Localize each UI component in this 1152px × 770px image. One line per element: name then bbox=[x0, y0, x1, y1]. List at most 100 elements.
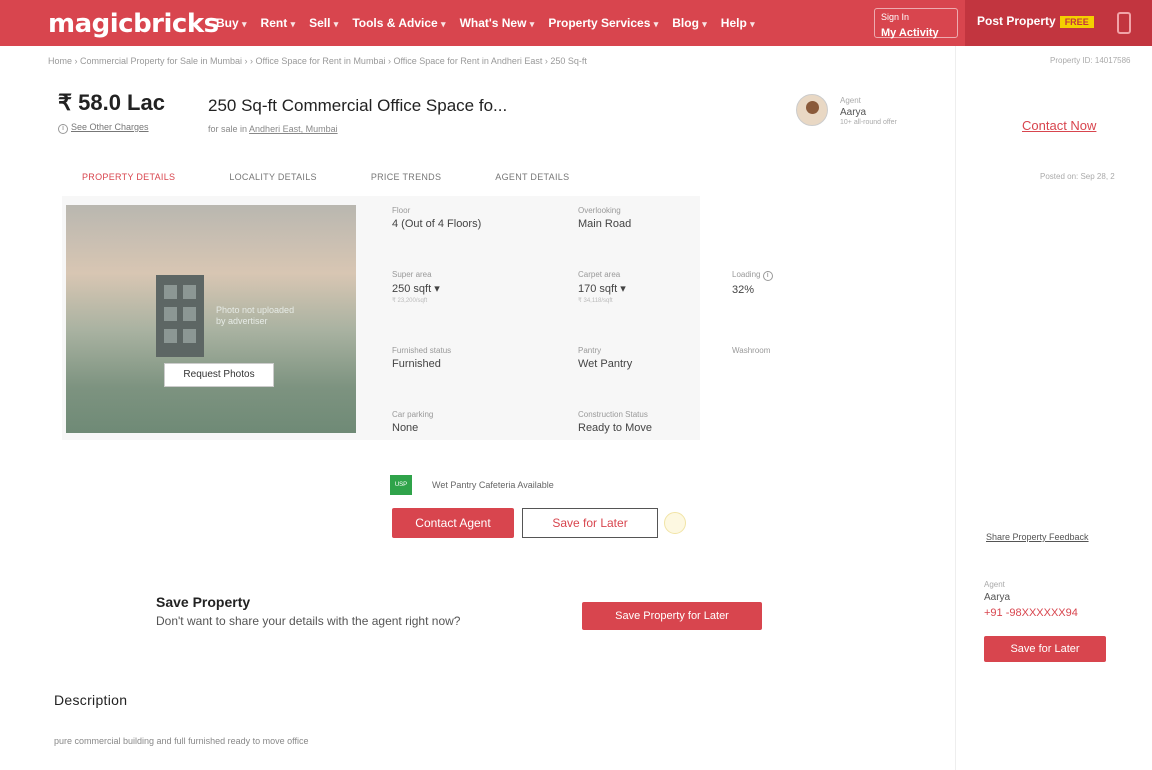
detail-tabs: PROPERTY DETAILS LOCALITY DETAILS PRICE … bbox=[82, 172, 623, 182]
description-text: pure commercial building and full furnis… bbox=[54, 736, 309, 746]
request-photos-button[interactable]: Request Photos bbox=[164, 363, 274, 387]
nav-property-services[interactable]: Property Services ▾ bbox=[548, 16, 658, 30]
attr-label: Carpet area bbox=[578, 270, 621, 279]
location-prefix: for sale in bbox=[208, 124, 248, 134]
attr-value: 32% bbox=[732, 284, 755, 296]
post-property-button[interactable]: Post Property FREE bbox=[977, 14, 1094, 28]
nav-blog[interactable]: Blog ▾ bbox=[672, 16, 707, 30]
see-other-charges-link[interactable]: i See Other Charges bbox=[58, 122, 149, 134]
sidebar-divider bbox=[955, 46, 956, 770]
attr-overlooking: Overlooking Main Road bbox=[578, 206, 631, 230]
save-property-desc: Don't want to share your details with th… bbox=[156, 614, 461, 628]
nav-buy[interactable]: Buy ▾ bbox=[216, 16, 247, 30]
super-area-unit-dropdown[interactable]: 250 sqft ▾ bbox=[392, 282, 440, 295]
agent-avatar bbox=[796, 94, 828, 126]
chevron-down-icon: ▾ bbox=[702, 19, 707, 29]
attr-sub: ₹ 23,200/sqft bbox=[392, 298, 428, 304]
property-location: for sale in Andheri East, Mumbai bbox=[208, 124, 338, 134]
my-activity-label: My Activity bbox=[881, 27, 939, 39]
description-title: Description bbox=[54, 692, 128, 708]
tab-property-details[interactable]: PROPERTY DETAILS bbox=[82, 172, 175, 182]
property-title: 250 Sq-ft Commercial Office Space fo... bbox=[208, 96, 508, 115]
attr-value: 4 (Out of 4 Floors) bbox=[392, 218, 482, 230]
save-for-later-button[interactable]: Save for Later bbox=[522, 508, 658, 538]
attr-value: Ready to Move bbox=[578, 422, 652, 434]
save-property-title: Save Property bbox=[156, 594, 251, 610]
side-agent-label: Agent bbox=[984, 580, 1005, 589]
attr-label: Super area bbox=[392, 270, 432, 279]
attr-loading: Loading i 32% bbox=[732, 270, 776, 296]
tab-price-trends[interactable]: PRICE TRENDS bbox=[371, 172, 441, 182]
top-header: magicbricks Buy ▾ Rent ▾ Sell ▾ Tools & … bbox=[0, 0, 1152, 46]
save-property-for-later-button[interactable]: Save Property for Later bbox=[582, 602, 762, 630]
usp-row: USP Wet Pantry Cafeteria Available bbox=[390, 474, 554, 496]
attr-label: Overlooking bbox=[578, 206, 621, 215]
free-badge: FREE bbox=[1059, 16, 1094, 28]
contact-agent-button[interactable]: Contact Agent bbox=[392, 508, 514, 538]
attr-car-parking: Car parking None bbox=[392, 410, 433, 434]
attr-super-area: Super area 250 sqft ▾ ₹ 23,200/sqft bbox=[392, 270, 440, 304]
property-id-note: Property ID: 14017586 bbox=[1050, 56, 1131, 65]
chevron-down-icon: ▾ bbox=[441, 19, 446, 29]
carpet-area-unit-dropdown[interactable]: 170 sqft ▾ bbox=[578, 282, 626, 295]
attr-carpet-area: Carpet area 170 sqft ▾ ₹ 34,118/sqft bbox=[578, 270, 626, 304]
share-property-feedback-link[interactable]: Share Property Feedback bbox=[986, 532, 1089, 542]
attr-floor: Floor 4 (Out of 4 Floors) bbox=[392, 206, 481, 230]
attr-furnished-status: Furnished status Furnished bbox=[392, 346, 451, 370]
attr-pantry: Pantry Wet Pantry bbox=[578, 346, 632, 370]
attr-label: Washroom bbox=[732, 346, 771, 355]
side-agent-card: Agent Aarya +91 -98XXXXXX94 bbox=[984, 580, 1078, 619]
tab-agent-details[interactable]: AGENT DETAILS bbox=[495, 172, 569, 182]
attr-value: Furnished bbox=[392, 358, 441, 370]
usp-text: Wet Pantry Cafeteria Available bbox=[432, 480, 554, 490]
post-property-label: Post Property bbox=[977, 14, 1056, 28]
building-icon bbox=[156, 275, 204, 357]
magicbricks-logo[interactable]: magicbricks bbox=[48, 9, 219, 39]
nav-whats-new[interactable]: What's New ▾ bbox=[460, 16, 535, 30]
attr-sub: ₹ 34,118/sqft bbox=[578, 298, 613, 304]
side-agent-name: Aarya bbox=[984, 592, 1011, 603]
chevron-down-icon: ▾ bbox=[290, 19, 296, 29]
attr-label: Pantry bbox=[578, 346, 602, 355]
attr-label: Loading i bbox=[732, 270, 776, 281]
info-icon[interactable]: i bbox=[762, 271, 773, 281]
signin-label: Sign In bbox=[881, 12, 910, 22]
property-photo-placeholder: Photo not uploaded by advertiser Request… bbox=[66, 205, 356, 433]
signin-button[interactable]: Sign In My Activity bbox=[874, 8, 958, 39]
main-nav: Buy ▾ Rent ▾ Sell ▾ Tools & Advice ▾ Wha… bbox=[216, 0, 769, 46]
breadcrumb[interactable]: Home › Commercial Property for Sale in M… bbox=[48, 56, 587, 66]
nav-rent[interactable]: Rent ▾ bbox=[261, 16, 296, 30]
attr-value: Wet Pantry bbox=[578, 358, 633, 370]
attr-value: Main Road bbox=[578, 218, 632, 230]
attr-label: Furnished status bbox=[392, 346, 452, 355]
mobile-icon[interactable] bbox=[1117, 12, 1131, 34]
agent-extra: 10+ all-round offer bbox=[840, 119, 897, 126]
chevron-down-icon: ▾ bbox=[333, 19, 339, 29]
chevron-down-icon: ▾ bbox=[529, 19, 535, 29]
usp-badge: USP bbox=[390, 475, 412, 495]
share-icon[interactable] bbox=[664, 512, 686, 534]
attr-label: Construction Status bbox=[578, 410, 648, 419]
side-agent-phone[interactable]: +91 -98XXXXXX94 bbox=[984, 607, 1078, 619]
property-price: ₹ 58.0 Lac bbox=[58, 90, 165, 115]
chevron-down-icon: ▾ bbox=[750, 19, 755, 29]
chevron-down-icon: ▾ bbox=[242, 19, 247, 29]
agent-label: Agent bbox=[840, 96, 861, 105]
nav-tools-advice[interactable]: Tools & Advice ▾ bbox=[352, 16, 445, 30]
side-save-for-later-button[interactable]: Save for Later bbox=[984, 636, 1106, 662]
agent-name: Aarya bbox=[840, 107, 867, 118]
nav-help[interactable]: Help ▾ bbox=[721, 16, 755, 30]
nav-sell[interactable]: Sell ▾ bbox=[309, 16, 338, 30]
location-link[interactable]: Andheri East, Mumbai bbox=[249, 124, 338, 134]
info-icon: i bbox=[58, 124, 68, 134]
contact-now-link[interactable]: Contact Now bbox=[1022, 118, 1096, 133]
photo-caption: Photo not uploaded by advertiser bbox=[216, 305, 295, 326]
attr-washroom: Washroom bbox=[732, 346, 770, 358]
header-right-panel: Post Property FREE bbox=[965, 0, 1152, 46]
attr-label: Car parking bbox=[392, 410, 434, 419]
chevron-down-icon: ▾ bbox=[653, 19, 659, 29]
tab-locality-details[interactable]: LOCALITY DETAILS bbox=[229, 172, 317, 182]
attr-value: None bbox=[392, 422, 419, 434]
posted-on: Posted on: Sep 28, 2 bbox=[1040, 172, 1115, 181]
attr-label: Floor bbox=[392, 206, 411, 215]
